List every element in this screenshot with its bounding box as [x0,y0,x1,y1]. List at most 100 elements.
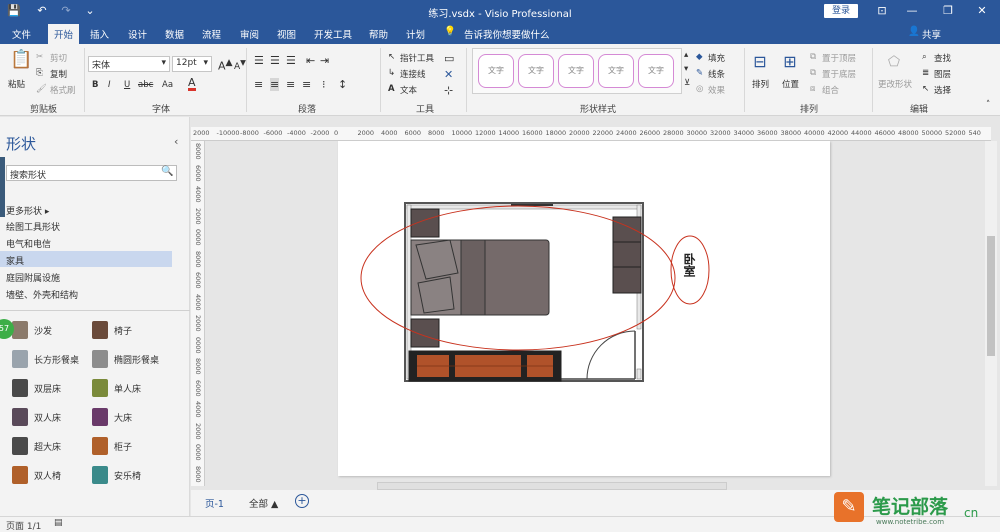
drawing-canvas[interactable]: 卧室 [205,141,985,486]
position-button[interactable]: 位置 [782,78,799,90]
shape-item[interactable]: 椭圆形餐桌 [92,348,170,370]
line-button[interactable]: 线条 [708,68,725,80]
connection-point-icon[interactable]: ⊹ [444,84,453,97]
cabinet[interactable] [408,350,562,382]
gallery-scroll-up-icon[interactable]: ▴ [684,50,688,60]
tab-plan[interactable]: 计划 [406,27,425,41]
layers-icon[interactable]: ≣ [922,68,929,78]
paste-icon[interactable]: 📋 [10,51,32,74]
gallery-more-icon[interactable]: ⊻ [684,78,690,88]
text-tool-icon[interactable]: A [388,84,395,94]
shape-item[interactable]: 超大床 [12,435,90,457]
shape-style-4[interactable]: 文字 [598,54,634,88]
align-top-icon[interactable]: ☰ [254,54,264,67]
shape-style-2[interactable]: 文字 [518,54,554,88]
connector-button[interactable]: 连接线 [400,68,426,80]
select-button[interactable]: 选择 [934,84,951,96]
grow-font-icon[interactable]: A▲ [218,57,233,73]
door[interactable] [561,330,636,380]
bring-front-button[interactable]: 置于顶层 [822,52,856,64]
indent-icon[interactable]: ⇤ [306,54,315,67]
layers-button[interactable]: 图层 [934,68,951,80]
tab-help[interactable]: 帮助 [369,27,388,41]
connector-icon[interactable]: ↳ [388,68,395,78]
tab-file[interactable]: 文件 [12,27,31,41]
page-tab-1[interactable]: 页-1 [205,496,224,510]
tell-me-input[interactable]: 告诉我你想要做什么 [464,27,550,41]
send-back-icon[interactable]: ⧉ [810,68,816,78]
cut-icon[interactable]: ✂ [36,52,43,62]
align-shapes-button[interactable]: 排列 [752,78,769,90]
tab-insert[interactable]: 插入 [90,27,109,41]
shape-style-3[interactable]: 文字 [558,54,594,88]
stencil-electrical[interactable]: 电气和电信 [0,234,172,250]
stencil-more-shapes[interactable]: 更多形状 ▸ [0,201,172,217]
strikethrough-button[interactable]: abc [138,80,153,90]
fill-button[interactable]: 填充 [708,52,725,64]
shape-item[interactable]: 安乐椅 [92,464,170,486]
font-family-select[interactable]: 宋体 ▾ [88,56,170,72]
line-icon[interactable]: ✎ [696,68,703,78]
fill-icon[interactable]: ◆ [696,52,703,62]
shape-item[interactable]: 长方形餐桌 [12,348,90,370]
change-shape-icon[interactable]: ⬠ [886,54,902,70]
tab-process[interactable]: 流程 [202,27,221,41]
tab-home[interactable]: 开始 [48,24,80,44]
align-center-icon[interactable]: ≡ [270,78,280,91]
outdent-icon[interactable]: ⇥ [320,54,329,67]
shape-item[interactable]: 双人床 [12,406,90,428]
wardrobe[interactable] [612,216,642,294]
shape-item[interactable]: 柜子 [92,435,170,457]
shape-item[interactable]: 双层床 [12,377,90,399]
text-tool-button[interactable]: 文本 [400,84,417,96]
collapse-pane-icon[interactable]: ‹ [174,135,178,148]
tab-review[interactable]: 审阅 [240,27,259,41]
stencil-furniture[interactable]: 家具 [0,251,172,267]
room-label[interactable]: 卧室 [682,253,698,277]
tab-developer[interactable]: 开发工具 [314,27,352,41]
align-bottom-icon[interactable]: ☰ [286,54,296,67]
search-shapes-input[interactable]: 搜索形状 [6,165,177,181]
cut-button[interactable]: 剪切 [50,52,67,64]
bullets-icon[interactable]: ⁝ [322,78,326,91]
pointer-tool-button[interactable]: 指针工具 [400,52,434,64]
italic-button[interactable]: I [108,80,111,90]
align-right-icon[interactable]: ≡ [286,78,295,91]
find-button[interactable]: 查找 [934,52,951,64]
add-page-button[interactable]: + [295,494,309,508]
format-painter-icon[interactable]: 🖌 [36,84,47,94]
effects-icon[interactable]: ◎ [696,84,703,94]
pointer-icon[interactable]: ↖ [388,52,395,62]
bold-button[interactable]: B [92,80,98,90]
effects-button[interactable]: 效果 [708,84,725,96]
bring-front-icon[interactable]: ⧉ [810,52,816,62]
shape-item[interactable]: 椅子 [92,319,170,341]
tab-design[interactable]: 设计 [128,27,147,41]
group-icon[interactable]: ⧈ [810,84,815,94]
font-color-icon[interactable]: A [188,77,196,91]
minimize-icon[interactable]: — [904,3,920,19]
ribbon-display-options-icon[interactable]: ⊡ [874,3,890,19]
group-button[interactable]: 组合 [822,84,839,96]
close-shape-icon[interactable]: ✕ [444,68,453,81]
maximize-icon[interactable]: ❐ [940,3,956,19]
format-painter-button[interactable]: 格式刷 [50,84,76,96]
macro-icon[interactable]: ▤ [54,518,63,528]
shape-style-1[interactable]: 文字 [478,54,514,88]
justify-icon[interactable]: ≡ [302,78,311,91]
stencil-drawing-tools[interactable]: 绘图工具形状 [0,217,172,233]
shape-item[interactable]: 双人椅 [12,464,90,486]
search-icon[interactable]: 🔍 [161,166,175,180]
stencil-walls[interactable]: 墙壁、外壳和结构 [0,285,172,301]
copy-icon[interactable]: ⎘ [36,68,43,78]
horizontal-scrollbar[interactable] [377,482,727,490]
copy-button[interactable]: 复制 [50,68,67,80]
nightstand-top[interactable] [410,208,440,238]
page-info[interactable]: 页面 1/1 [6,519,41,532]
shrink-font-icon[interactable]: A▼ [234,58,246,72]
position-icon[interactable]: ⊞ [782,54,798,70]
shape-item[interactable]: 大床 [92,406,170,428]
change-shape-button[interactable]: 更改形状 [878,78,912,90]
double-bed[interactable] [410,239,550,316]
send-back-button[interactable]: 置于底层 [822,68,856,80]
